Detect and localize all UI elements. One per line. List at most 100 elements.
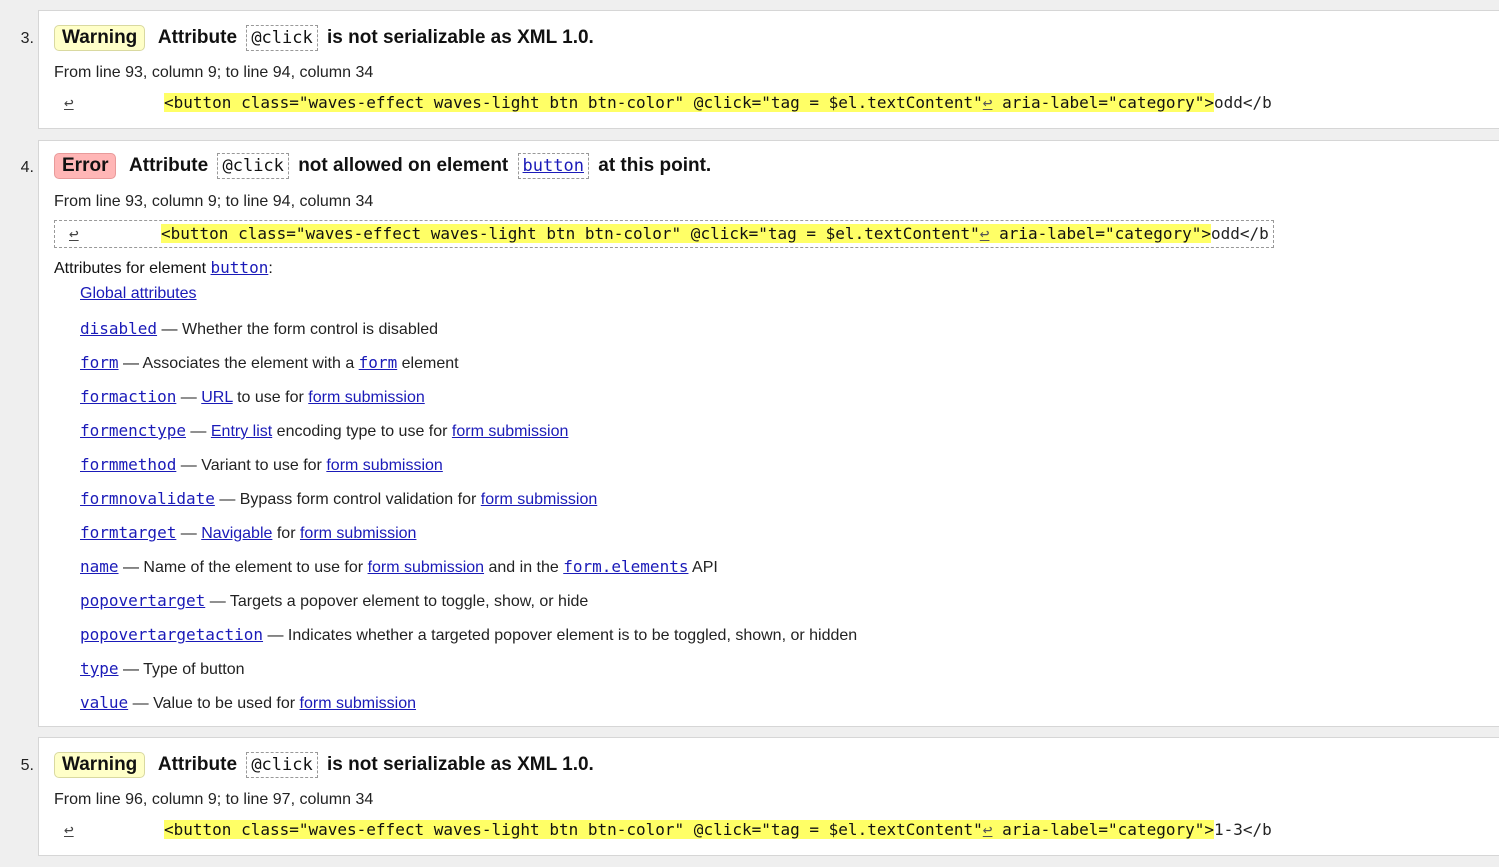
code-tail: odd</b (1214, 93, 1272, 112)
value-attr-link[interactable]: value (80, 693, 128, 712)
warning-badge: Warning (54, 752, 146, 778)
form-submission-link[interactable]: form submission (300, 695, 416, 712)
attr-formmethod: formmethod — Variant to use for form sub… (80, 455, 443, 475)
type-attr-link[interactable]: type (80, 659, 119, 678)
attr-dash: — (190, 423, 207, 440)
attr-desc: and in the (488, 559, 559, 576)
return-icon: ↩ (64, 93, 74, 112)
attr-desc: — Whether the form control is disabled (161, 321, 439, 338)
navigable-link[interactable]: Navigable (201, 525, 272, 542)
element-code: button (517, 153, 589, 179)
attr-popovertarget: popovertarget — Targets a popover elemen… (80, 591, 588, 611)
attributes-heading-text: Attributes for element (54, 260, 207, 277)
message-mid: not allowed on element (298, 155, 509, 176)
form-element-link[interactable]: form (359, 353, 398, 372)
attr-name: name — Name of the element to use for fo… (80, 557, 718, 577)
attributes-heading: Attributes for element button: (54, 258, 273, 278)
attr-desc: — Value to be used for (132, 695, 296, 712)
attr-disabled: disabled — Whether the form control is d… (80, 319, 438, 339)
message-text: Warning Attribute @click is not serializ… (54, 752, 594, 778)
form-submission-link[interactable]: form submission (308, 389, 424, 406)
line-feed-icon: ↩ (982, 820, 993, 839)
return-icon: ↩ (64, 820, 74, 839)
attr-desc: — Type of button (122, 661, 245, 678)
error-badge: Error (54, 153, 117, 179)
button-element-link[interactable]: button (211, 258, 269, 277)
code-part-2: aria-label="category"> (992, 820, 1214, 839)
attribute-code: @click (217, 153, 289, 179)
message-card: Error Attribute @click not allowed on el… (38, 140, 1499, 727)
code-tail: 1-3</b (1214, 820, 1272, 839)
popovertargetaction-attr-link[interactable]: popovertargetaction (80, 625, 263, 644)
code-part-1: <button class="waves-effect waves-light … (164, 93, 983, 112)
attributes-heading-colon: : (268, 260, 273, 277)
attribute-code: @click (246, 25, 318, 51)
message-number: 4. (20, 159, 34, 176)
formmethod-attr-link[interactable]: formmethod (80, 455, 176, 474)
attr-desc: — Name of the element to use for (122, 559, 364, 576)
attr-desc: — Associates the element with a (122, 355, 355, 372)
message-pre: Attribute (157, 754, 238, 775)
entry-list-link[interactable]: Entry list (211, 423, 272, 440)
attr-desc: for (276, 525, 296, 542)
button-element-link[interactable]: button (523, 156, 584, 176)
message-post: at this point. (598, 155, 712, 176)
source-extract: ↩ <button class="waves-effect waves-light… (54, 817, 1272, 843)
global-attributes-link[interactable]: Global attributes (80, 285, 197, 302)
return-icon: ↩ (69, 224, 79, 243)
message-number: 3. (20, 30, 34, 47)
attr-desc: encoding type to use for (276, 423, 448, 440)
code-part-2: aria-label="category"> (992, 93, 1214, 112)
source-extract: ↩ <button class="waves-effect waves-light… (54, 220, 1274, 248)
attr-formtarget: formtarget — Navigable for form submissi… (80, 523, 416, 543)
name-attr-link[interactable]: name (80, 557, 119, 576)
form-submission-link[interactable]: form submission (452, 423, 568, 440)
line-feed-icon: ↩ (982, 93, 993, 112)
message-pre: Attribute (157, 27, 238, 48)
message-pre: Attribute (129, 155, 209, 176)
disabled-attr-link[interactable]: disabled (80, 319, 157, 338)
highlighted-code: <button class="waves-effect waves-light … (161, 224, 1211, 243)
message-card: Warning Attribute @click is not serializ… (38, 737, 1499, 856)
code-part-1: <button class="waves-effect waves-light … (161, 224, 980, 243)
formnovalidate-attr-link[interactable]: formnovalidate (80, 489, 215, 508)
warning-badge: Warning (54, 25, 146, 51)
form-elements-link[interactable]: form.elements (563, 557, 688, 576)
attr-desc: — Indicates whether a targeted popover e… (267, 627, 858, 644)
attribute-code: @click (246, 752, 318, 778)
location-text: From line 93, column 9; to line 94, colu… (54, 193, 374, 210)
form-submission-link[interactable]: form submission (300, 525, 416, 542)
attr-formenctype: formenctype — Entry list encoding type t… (80, 421, 568, 441)
message-text: Warning Attribute @click is not serializ… (54, 25, 594, 51)
highlighted-code: <button class="waves-effect waves-light … (164, 93, 1214, 112)
message-post: is not serializable as XML 1.0. (327, 754, 594, 775)
popovertarget-attr-link[interactable]: popovertarget (80, 591, 205, 610)
form-submission-link[interactable]: form submission (326, 457, 442, 474)
attr-value: value — Value to be used for form submis… (80, 693, 416, 713)
formaction-attr-link[interactable]: formaction (80, 387, 176, 406)
attr-desc: — Variant to use for (180, 457, 322, 474)
url-link[interactable]: URL (201, 389, 232, 406)
form-submission-link[interactable]: form submission (481, 491, 597, 508)
attr-formnovalidate: formnovalidate — Bypass form control val… (80, 489, 597, 509)
attr-desc: — Targets a popover element to toggle, s… (209, 593, 589, 610)
location-text: From line 93, column 9; to line 94, colu… (54, 64, 374, 81)
form-submission-link[interactable]: form submission (368, 559, 484, 576)
location-text: From line 96, column 9; to line 97, colu… (54, 791, 374, 808)
attr-desc: API (692, 559, 718, 576)
attr-dash: — (180, 389, 197, 406)
source-extract: ↩ <button class="waves-effect waves-light… (54, 90, 1272, 116)
form-attr-link[interactable]: form (80, 353, 119, 372)
formenctype-attr-link[interactable]: formenctype (80, 421, 186, 440)
formtarget-attr-link[interactable]: formtarget (80, 523, 176, 542)
code-part-2: aria-label="category"> (989, 224, 1211, 243)
attr-desc: — Bypass form control validation for (219, 491, 477, 508)
attr-type: type — Type of button (80, 659, 245, 679)
message-post: is not serializable as XML 1.0. (327, 27, 594, 48)
attr-desc: to use for (237, 389, 304, 406)
attr-formaction: formaction — URL to use for form submiss… (80, 387, 425, 407)
attr-popovertargetaction: popovertargetaction — Indicates whether … (80, 625, 857, 645)
line-feed-icon: ↩ (979, 224, 990, 243)
message-card: Warning Attribute @click is not serializ… (38, 10, 1499, 129)
highlighted-code: <button class="waves-effect waves-light … (164, 820, 1214, 839)
